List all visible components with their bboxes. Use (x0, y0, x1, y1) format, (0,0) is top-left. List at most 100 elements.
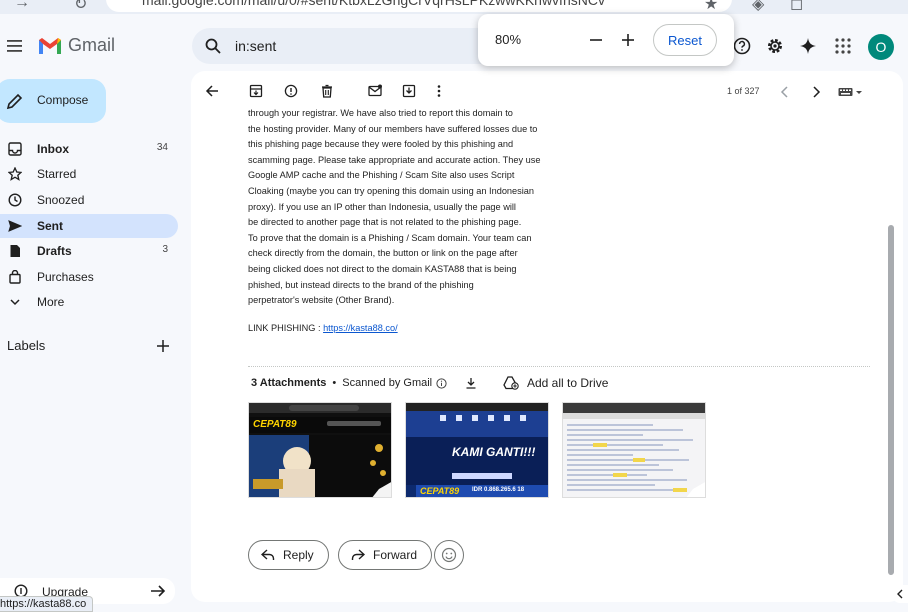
reload-icon[interactable]: ↻ (74, 0, 87, 14)
add-all-to-drive-button[interactable]: Add all to Drive (503, 376, 608, 390)
send-icon (8, 220, 22, 232)
sidebar-item-inbox[interactable]: Inbox 34 (0, 137, 178, 161)
browser-chrome: → ↻ mail.google.com/mail/u/0/#sent/KtbxL… (0, 0, 908, 14)
sidebar-item-sent[interactable]: Sent (0, 214, 178, 238)
link-status-bar: https://kasta88.co (0, 596, 94, 612)
thumbnail-2-headline: KAMI GANTI!!! (452, 445, 536, 459)
main-menu-button[interactable] (6, 38, 24, 54)
attachment-thumbnail-3[interactable] (562, 402, 706, 498)
archive-icon[interactable] (249, 84, 263, 98)
body-line: through your registrar. We have also tri… (248, 108, 513, 118)
plus-icon (622, 34, 634, 46)
move-to-icon[interactable] (402, 84, 416, 98)
star-icon (8, 167, 22, 181)
sidebar-item-snoozed[interactable]: Snoozed (0, 188, 178, 212)
reply-button[interactable]: Reply (248, 540, 329, 570)
more-vert-icon[interactable] (436, 84, 442, 98)
attachments-count: 3 Attachments (251, 377, 327, 389)
zoom-in-button[interactable] (614, 26, 642, 54)
zoom-reset-button[interactable]: Reset (653, 24, 717, 56)
thumbnail-image-3 (563, 403, 705, 497)
status-url: https://kasta88.co (0, 598, 87, 610)
chevron-left-icon[interactable] (780, 86, 790, 98)
thumbnail-1-brand: CEPAT89 (253, 419, 297, 430)
sidebar-item-more[interactable]: More (0, 290, 178, 314)
sidebar-item-label: More (37, 295, 65, 309)
sidebar-item-drafts[interactable]: Drafts 3 (0, 239, 178, 263)
body-line: To prove that the domain is a Phishing /… (248, 232, 532, 243)
separator-dot: • (332, 377, 337, 389)
shopping-bag-icon (9, 270, 21, 284)
sidebar-item-label: Starred (37, 167, 77, 181)
thumbnail-2-account: IDR 0.868.265.6 18 (472, 487, 525, 493)
link-label: LINK PHISHING : (248, 323, 324, 333)
forward-button[interactable]: Forward (338, 540, 433, 570)
zoom-out-button[interactable] (582, 26, 610, 54)
arrow-right-icon[interactable] (150, 584, 166, 598)
address-bar[interactable]: mail.google.com/mail/u/0/#sent/KtbxLzGhg… (106, 0, 732, 12)
gemini-sparkle-icon[interactable] (799, 37, 817, 55)
chevron-down-icon (10, 299, 20, 306)
scanned-by-gmail: Scanned by Gmail (342, 377, 433, 389)
search-input[interactable]: in:sent (235, 38, 276, 54)
phishing-link-line: LINK PHISHING : https://kasta88.co/ (248, 323, 398, 333)
sidebar-item-label: Purchases (37, 270, 94, 284)
settings-gear-icon[interactable] (766, 37, 784, 55)
reply-label: Reply (283, 548, 314, 562)
bookmark-star-icon[interactable]: ★ (704, 0, 718, 14)
attachment-thumbnail-2[interactable]: KAMI GANTI!!! CEPAT89 IDR 0.868.265.6 18 (405, 402, 549, 498)
body-line: scamming page. Please take appropriate a… (248, 154, 541, 165)
forward-label: Forward (373, 548, 418, 562)
scrollbar-thumb[interactable] (888, 225, 894, 575)
sidebar-item-label: Snoozed (37, 193, 85, 207)
chevron-right-icon[interactable] (811, 86, 821, 98)
hamburger-icon (7, 40, 22, 52)
add-label-plus-icon[interactable] (156, 339, 170, 353)
body-line: phished, but instead directs to the bran… (248, 279, 474, 290)
body-line: perpetrator's website (Other Brand). (248, 295, 395, 306)
compose-button[interactable]: Compose (0, 79, 106, 123)
phishing-link[interactable]: https://kasta88.co/ (323, 323, 398, 333)
download-all-icon[interactable] (465, 377, 477, 389)
search-icon[interactable] (205, 38, 221, 54)
forward-icon[interactable]: → (14, 0, 30, 12)
zoom-popup: 80% Reset (478, 14, 734, 66)
back-arrow-icon[interactable] (205, 84, 219, 98)
extension-icon[interactable]: ◈ (752, 0, 764, 14)
forward-arrow-icon (351, 549, 365, 560)
page-count: 1 of 327 (727, 86, 760, 96)
body-line: Cloaking (maybe you can try opening this… (248, 185, 535, 196)
body-line: this phishing page because they were foo… (248, 139, 514, 150)
attachment-thumbnail-1[interactable]: CEPAT89 (248, 402, 392, 498)
minus-icon (590, 39, 602, 41)
sidebar-item-purchases[interactable]: Purchases (0, 265, 178, 289)
help-icon[interactable] (733, 37, 751, 55)
side-panel-toggle[interactable] (892, 585, 908, 603)
gmail-wordmark: Gmail (68, 35, 116, 55)
smiley-icon (441, 547, 457, 563)
body-line: proxy). If you use an IP other than Indo… (248, 201, 516, 212)
message-body: through your registrar. We have also tri… (248, 106, 588, 309)
sidebar-item-label: Inbox (37, 142, 69, 156)
compose-label: Compose (37, 93, 89, 107)
pencil-icon (6, 93, 23, 110)
gmail-logo[interactable]: Gmail (38, 35, 115, 56)
inbox-icon (8, 142, 22, 156)
emoji-reaction-button[interactable] (434, 540, 464, 570)
labels-heading: Labels (7, 338, 46, 353)
apps-grid-icon[interactable] (834, 37, 852, 55)
gmail-m-icon (39, 37, 61, 54)
drive-add-icon (503, 376, 519, 390)
account-avatar[interactable]: O (868, 34, 894, 60)
report-spam-icon[interactable] (284, 84, 298, 98)
profile-icon[interactable]: ◻ (790, 0, 803, 14)
clock-icon (8, 193, 22, 207)
mark-unread-icon[interactable] (368, 84, 382, 98)
sidebar-item-label: Sent (37, 219, 64, 233)
thumbnail-image-1 (249, 403, 391, 497)
trash-icon[interactable] (320, 84, 334, 98)
sidebar-item-starred[interactable]: Starred (0, 162, 178, 186)
body-line: check directly from the domain, the butt… (248, 248, 518, 259)
input-tools-keyboard-icon[interactable] (838, 87, 864, 97)
info-icon[interactable] (436, 377, 447, 389)
